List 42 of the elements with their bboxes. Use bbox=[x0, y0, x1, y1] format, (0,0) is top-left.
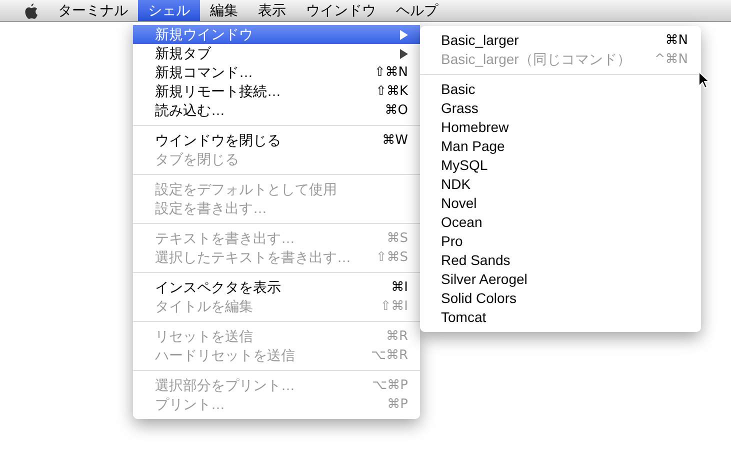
shortcut-label: ⇧⌘I bbox=[380, 298, 408, 316]
menu-item[interactable]: Tomcat bbox=[420, 308, 701, 327]
menu-item[interactable]: NDK bbox=[420, 175, 701, 194]
apple-icon bbox=[24, 2, 38, 18]
shortcut-label: ⇧⌘S bbox=[376, 248, 408, 267]
menu-item[interactable]: Red Sands bbox=[420, 251, 701, 270]
menu-item[interactable]: 新規タブ bbox=[133, 44, 420, 63]
menu-item[interactable]: Solid Colors bbox=[420, 289, 701, 308]
menu-item[interactable]: インスペクタを表示 ⌘I bbox=[133, 278, 420, 297]
shortcut-label: ⌘S bbox=[386, 230, 408, 248]
shortcut-label: ⌥⌘P bbox=[372, 376, 408, 395]
shortcut-label: ⌘O bbox=[384, 102, 408, 120]
menu-item[interactable]: Grass bbox=[420, 99, 701, 118]
menu-bar-item[interactable]: ウインドウ bbox=[296, 0, 386, 21]
menu-item[interactable]: Homebrew bbox=[420, 118, 701, 137]
shortcut-label: ⌘R bbox=[386, 328, 408, 346]
menu-bar-item[interactable]: 編集 bbox=[200, 0, 248, 21]
menu-bar-item[interactable]: シェル bbox=[138, 0, 200, 21]
menu-item[interactable]: Pro bbox=[420, 232, 701, 251]
menu-item[interactable]: Basic_larger ⌘N bbox=[420, 31, 701, 50]
shortcut-label: ⌥⌘R bbox=[370, 346, 408, 365]
menu-item[interactable]: Man Page bbox=[420, 137, 701, 156]
menu-item[interactable]: Novel bbox=[420, 194, 701, 213]
shortcut-label: ⇧⌘N bbox=[374, 64, 408, 82]
menu-bar-item[interactable]: ターミナル bbox=[48, 0, 138, 21]
shortcut-label: ⌘N bbox=[665, 32, 688, 50]
menu-item[interactable]: 新規ウインドウ bbox=[133, 25, 420, 44]
menu-item[interactable]: Silver Aerogel bbox=[420, 270, 701, 289]
menu-item[interactable]: 新規コマンド… ⇧⌘N bbox=[133, 63, 420, 82]
menu-bar-item[interactable]: ヘルプ bbox=[386, 0, 448, 21]
menu-item[interactable]: Basic bbox=[420, 80, 701, 99]
shortcut-label: ⇧⌘K bbox=[376, 82, 408, 101]
menu-item[interactable]: 新規リモート接続… ⇧⌘K bbox=[133, 82, 420, 101]
menu-item[interactable]: 読み込む… ⌘O bbox=[133, 101, 420, 120]
menu-item[interactable]: MySQL bbox=[420, 156, 701, 175]
menu-item[interactable]: ウインドウを閉じる ⌘W bbox=[133, 131, 420, 150]
menu-bar-item[interactable]: 表示 bbox=[248, 0, 296, 21]
shortcut-label: ^⌘N bbox=[654, 50, 688, 69]
shortcut-label: ⌘P bbox=[387, 396, 408, 414]
menu-item[interactable]: Ocean bbox=[420, 213, 701, 232]
shortcut-label: ⌘I bbox=[391, 278, 408, 297]
shortcut-label: ⌘W bbox=[382, 132, 408, 150]
